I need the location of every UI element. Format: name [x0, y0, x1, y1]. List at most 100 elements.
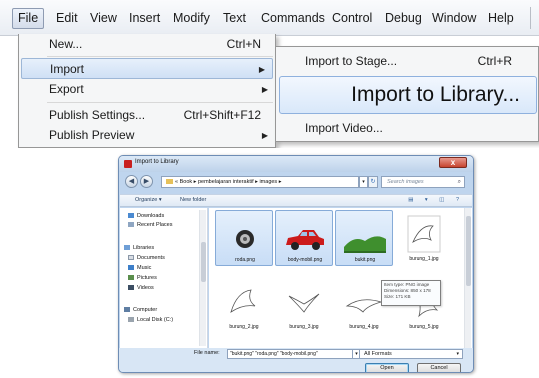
- nav-item-local-disk-label: Local Disk (C:): [137, 317, 174, 323]
- cancel-button[interactable]: Cancel: [417, 363, 461, 372]
- import-to-stage-shortcut: Ctrl+R: [477, 54, 512, 68]
- file-tile-roda[interactable]: roda.png: [215, 210, 273, 266]
- flash-menu-screenshot: File Edit View Insert Modify Text Comman…: [0, 0, 539, 148]
- menu-item-publish-settings-label: Publish Settings...: [49, 108, 146, 122]
- address-prefix: «: [175, 179, 179, 185]
- car-thumbnail: [286, 230, 324, 250]
- bird-sketch-thumbnail: [407, 215, 441, 253]
- menu-commands[interactable]: Commands: [256, 8, 330, 29]
- menu-item-import[interactable]: Import ▶: [21, 58, 273, 79]
- file-name-input[interactable]: "bukit.png" "roda.png" "body-mobil.png": [227, 349, 353, 359]
- bird-sketch-thumbnail: [288, 293, 320, 313]
- breadcrumb-images[interactable]: images: [259, 179, 277, 185]
- menu-item-new[interactable]: New... Ctrl+N: [19, 34, 275, 55]
- menu-item-export-label: Export: [49, 82, 84, 96]
- organize-button[interactable]: Organize ▾: [135, 195, 162, 206]
- menu-modify[interactable]: Modify: [168, 8, 215, 29]
- scrollbar-thumb[interactable]: [201, 242, 206, 282]
- file-name: roda.png: [235, 257, 255, 263]
- downloads-icon: [128, 213, 134, 218]
- nav-item-documents[interactable]: Documents: [128, 254, 165, 262]
- nav-item-downloads-label: Downloads: [137, 213, 165, 219]
- scrollbar-thumb[interactable]: [466, 216, 471, 286]
- menu-item-export[interactable]: Export ▶: [19, 79, 275, 100]
- breadcrumb-book[interactable]: Book: [180, 179, 193, 185]
- menu-file[interactable]: File: [12, 8, 45, 29]
- file-name: burung_5.jpg: [409, 324, 439, 330]
- pictures-icon: [128, 275, 134, 280]
- open-button[interactable]: Open: [365, 363, 409, 372]
- nav-item-music[interactable]: Music: [128, 264, 151, 272]
- flash-app-icon: [124, 160, 132, 168]
- menu-item-publish-preview[interactable]: Publish Preview ▶: [19, 125, 275, 146]
- breadcrumb-pembelajaran[interactable]: pembelajaran interaktif: [198, 179, 254, 185]
- file-name-label: File name:: [194, 350, 220, 356]
- file-tile-burung-1[interactable]: burung_1.jpg: [395, 210, 453, 266]
- nav-item-libraries[interactable]: Libraries: [124, 244, 154, 252]
- file-name: burung_2.jpg: [229, 324, 259, 330]
- menubar-divider: [530, 7, 531, 29]
- search-input[interactable]: Search images ⌕: [381, 176, 465, 188]
- menu-text[interactable]: Text: [218, 8, 251, 29]
- file-tile-body-mobil[interactable]: body-mobil.png: [275, 210, 333, 266]
- menu-edit[interactable]: Edit: [51, 8, 83, 29]
- menu-window[interactable]: Window: [427, 8, 481, 29]
- documents-icon: [128, 255, 134, 260]
- nav-pane-scrollbar[interactable]: [199, 210, 206, 346]
- dialog-footer: File name: "bukit.png" "roda.png" "body-…: [119, 348, 473, 372]
- nav-item-downloads[interactable]: Downloads: [128, 212, 164, 220]
- file-type-select[interactable]: All Formats ▾: [359, 349, 463, 359]
- nav-item-recent-places-label: Recent Places: [137, 222, 173, 228]
- menu-view[interactable]: View: [85, 8, 122, 29]
- nav-item-music-label: Music: [137, 265, 152, 271]
- menu-debug[interactable]: Debug: [380, 8, 427, 29]
- nav-item-videos[interactable]: Videos: [128, 284, 154, 292]
- refresh-icon[interactable]: ↻: [368, 176, 378, 188]
- file-list-scrollbar[interactable]: [464, 208, 471, 348]
- file-tile-burung-3[interactable]: burung_3.jpg: [275, 278, 333, 334]
- file-type-value: All Formats: [364, 351, 392, 357]
- drive-icon: [128, 317, 134, 322]
- menu-help[interactable]: Help: [483, 8, 519, 29]
- menu-item-import-to-library[interactable]: Import to Library...: [279, 76, 537, 114]
- menu-item-import-video[interactable]: Import Video...: [276, 117, 538, 139]
- submenu-arrow-icon: ▶: [258, 65, 265, 74]
- dialog-toolbar: Organize ▾ New folder ▤ ▾ ◫ ?: [120, 194, 472, 207]
- nav-item-recent-places[interactable]: Recent Places: [128, 221, 172, 229]
- nav-item-libraries-label: Libraries: [133, 245, 155, 251]
- search-icon: ⌕: [457, 179, 461, 185]
- file-info-tooltip: Item type: PNG image Dimensions: 850 x 1…: [381, 280, 441, 306]
- music-icon: [128, 265, 134, 270]
- menu-control[interactable]: Control: [327, 8, 377, 29]
- file-tile-burung-2[interactable]: burung_2.jpg: [215, 278, 273, 334]
- menu-item-import-to-stage[interactable]: Import to Stage... Ctrl+R: [276, 50, 538, 72]
- menu-separator: [47, 102, 273, 103]
- libraries-icon: [124, 245, 130, 250]
- chevron-down-icon: ▾: [456, 351, 459, 357]
- wheel-thumbnail: [236, 230, 254, 248]
- file-tile-bukit[interactable]: bukit.png: [335, 210, 393, 266]
- submenu-arrow-icon: ▶: [261, 131, 268, 140]
- hill-thumbnail: [344, 236, 386, 253]
- forward-button[interactable]: ▶: [140, 175, 153, 188]
- address-dropdown-icon[interactable]: ▾: [359, 176, 368, 188]
- nav-item-computer-label: Computer: [133, 307, 158, 313]
- file-name: burung_4.jpg: [349, 324, 379, 330]
- search-placeholder: Search images: [387, 179, 424, 185]
- navigation-pane: Downloads Recent Places Libraries Docume…: [120, 208, 208, 348]
- menu-item-publish-settings[interactable]: Publish Settings... Ctrl+Shift+F12: [19, 105, 275, 126]
- file-name: burung_3.jpg: [289, 324, 319, 330]
- import-to-library-dialog: Import to Library x ◀ ▶ « Book ▸ pembela…: [118, 155, 474, 373]
- menu-insert[interactable]: Insert: [124, 8, 165, 29]
- view-options-icons[interactable]: ▤ ▾ ◫ ?: [408, 195, 464, 206]
- menu-bar: File Edit View Insert Modify Text Comman…: [0, 0, 539, 36]
- nav-item-computer[interactable]: Computer: [124, 306, 157, 314]
- menu-item-import-label: Import: [50, 62, 85, 76]
- dialog-titlebar: Import to Library x: [119, 156, 473, 172]
- new-folder-button[interactable]: New folder: [180, 195, 206, 206]
- nav-item-local-disk[interactable]: Local Disk (C:): [128, 316, 173, 324]
- close-button[interactable]: x: [439, 157, 467, 168]
- nav-item-pictures[interactable]: Pictures: [128, 274, 157, 282]
- address-bar[interactable]: « Book ▸ pembelajaran interaktif ▸ image…: [161, 176, 359, 188]
- back-button[interactable]: ◀: [125, 175, 138, 188]
